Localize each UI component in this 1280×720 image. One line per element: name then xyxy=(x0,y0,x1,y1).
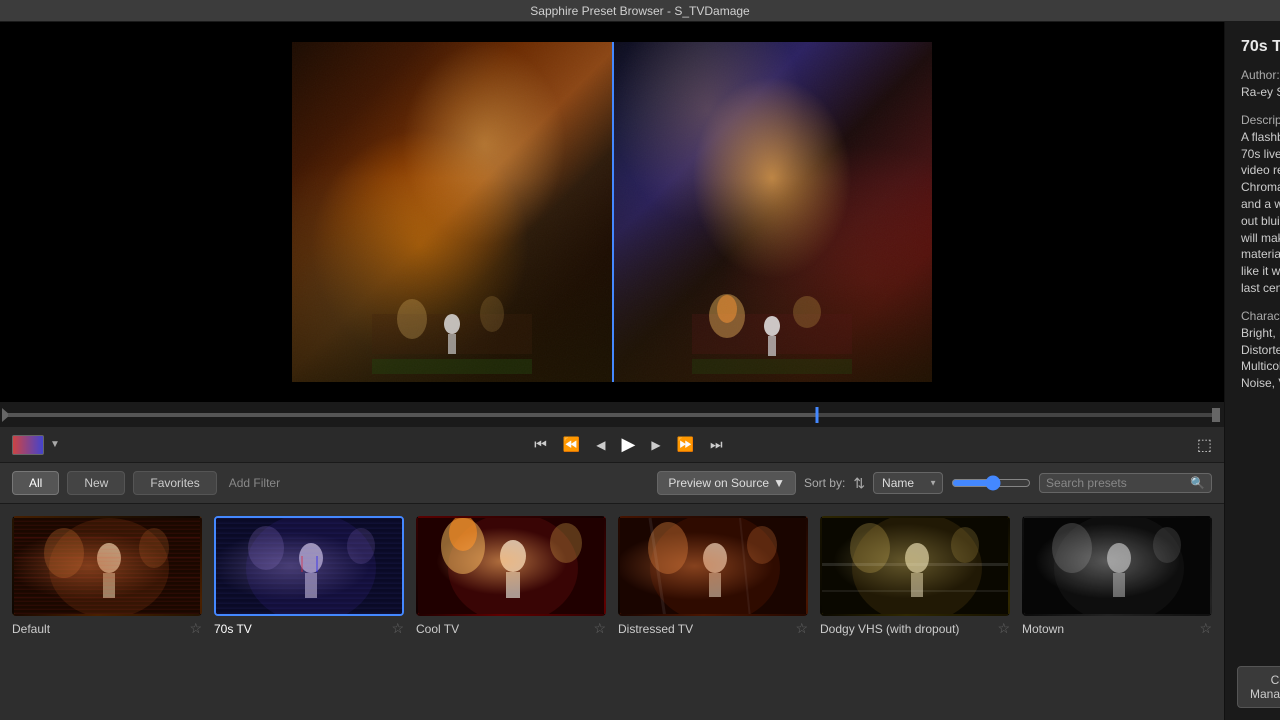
preview-source-arrow: ▼ xyxy=(773,476,785,490)
preset-label-row-70stv: 70s TV ☆ xyxy=(214,616,404,641)
author-section: Author: Ra-ey Saleh xyxy=(1241,68,1280,101)
tab-new[interactable]: New xyxy=(67,471,125,495)
favorite-distressed-button[interactable]: ☆ xyxy=(795,620,808,637)
presets-right-controls: Preview on Source ▼ Sort by: ⇅ Name Date… xyxy=(657,471,1212,495)
preset-item-cooltv[interactable]: Cool TV ☆ xyxy=(416,516,606,641)
preset-thumb-svg-motown xyxy=(1024,518,1212,616)
preset-thumb-default xyxy=(12,516,202,616)
export-button[interactable]: ⬚ xyxy=(1197,435,1212,455)
window-title: Sapphire Preset Browser - S_TVDamage xyxy=(530,4,749,18)
preset-info: 70s TV Author: Ra-ey Saleh Description: … xyxy=(1225,22,1280,654)
timeline-track[interactable] xyxy=(8,413,1216,417)
stadium-svg-left xyxy=(372,294,532,374)
characteristics-section: Characteristics: Bright, Damage, Distort… xyxy=(1241,309,1280,392)
video-right xyxy=(612,42,932,382)
skip-to-start-button[interactable]: ⏮ xyxy=(530,434,551,455)
split-line xyxy=(612,42,614,382)
tab-all[interactable]: All xyxy=(12,471,59,495)
main-layout: ▼ ⏮ ⏪ ◀ ▶ ▶ ⏩ ⏭ ⬚ All xyxy=(0,22,1280,720)
preset-item-distressed[interactable]: Distressed TV ☆ xyxy=(618,516,808,641)
transport-controls: ⏮ ⏪ ◀ ▶ ▶ ⏩ ⏭ xyxy=(530,432,726,457)
author-label: Author: xyxy=(1241,68,1280,82)
favorite-motown-button[interactable]: ☆ xyxy=(1199,620,1212,637)
frame-fwd-button[interactable]: ▶ xyxy=(647,436,664,454)
preset-label-row-cooltv: Cool TV ☆ xyxy=(416,616,606,641)
preset-thumb-svg-distressed xyxy=(620,518,808,616)
preset-item-dodgy[interactable]: Dodgy VHS (with dropout) ☆ xyxy=(820,516,1010,641)
controls-left: ▼ xyxy=(12,435,60,455)
preset-label-row-default: Default ☆ xyxy=(12,616,202,641)
preset-label-row-motown: Motown ☆ xyxy=(1022,616,1212,641)
frame-back-button[interactable]: ◀ xyxy=(592,436,609,454)
color-swatch[interactable] xyxy=(12,435,44,455)
preset-name-dodgy: Dodgy VHS (with dropout) xyxy=(820,622,959,636)
video-split xyxy=(292,42,932,382)
description-value: A flashback to 70s live studio video rec… xyxy=(1241,129,1280,297)
preset-label-row-dodgy: Dodgy VHS (with dropout) ☆ xyxy=(820,616,1010,641)
timeline-fill xyxy=(8,413,817,417)
characteristics-value: Bright, Damage, Distorted, Multicolored,… xyxy=(1241,325,1280,392)
author-value: Ra-ey Saleh xyxy=(1241,84,1280,101)
tab-favorites[interactable]: Favorites xyxy=(133,471,216,495)
preset-name-cooltv: Cool TV xyxy=(416,622,459,636)
preset-name-default: Default xyxy=(12,622,50,636)
preset-thumb-svg-70stv xyxy=(216,518,404,616)
step-back-button[interactable]: ⏪ xyxy=(559,434,584,455)
favorite-default-button[interactable]: ☆ xyxy=(189,620,202,637)
preset-name-distressed: Distressed TV xyxy=(618,622,693,636)
presets-grid: Default ☆ xyxy=(0,504,1224,653)
preset-name-70stv: 70s TV xyxy=(214,622,252,636)
grid-size-slider[interactable] xyxy=(951,475,1031,491)
favorite-70stv-button[interactable]: ☆ xyxy=(391,620,404,637)
preset-thumb-dodgy xyxy=(820,516,1010,616)
preset-title: 70s TV xyxy=(1241,38,1280,56)
preset-thumb-70stv xyxy=(214,516,404,616)
video-preview xyxy=(0,22,1224,402)
info-panel: 70s TV Author: Ra-ey Saleh Description: … xyxy=(1224,22,1280,720)
preset-thumb-svg-dodgy xyxy=(822,518,1010,616)
characteristics-label: Characteristics: xyxy=(1241,309,1280,323)
play-button[interactable]: ▶ xyxy=(617,432,639,457)
sort-icon-button[interactable]: ⇅ xyxy=(853,475,865,492)
preset-label-row-distressed: Distressed TV ☆ xyxy=(618,616,808,641)
description-label: Description: xyxy=(1241,113,1280,127)
preset-thumb-distressed xyxy=(618,516,808,616)
controls-right: ⬚ xyxy=(1197,435,1212,455)
content-area: ▼ ⏮ ⏪ ◀ ▶ ▶ ⏩ ⏭ ⬚ All xyxy=(0,22,1224,720)
sort-dropdown[interactable]: Name Date Author xyxy=(873,472,943,494)
presets-toolbar: All New Favorites Add Filter Preview on … xyxy=(0,463,1224,504)
skip-to-end-button[interactable]: ⏭ xyxy=(706,434,727,455)
presets-panel: All New Favorites Add Filter Preview on … xyxy=(0,462,1224,720)
search-icon: 🔍 xyxy=(1190,476,1205,490)
title-bar: Sapphire Preset Browser - S_TVDamage xyxy=(0,0,1280,22)
preset-thumb-svg-default xyxy=(14,518,202,616)
search-input[interactable] xyxy=(1046,476,1186,490)
sort-by-label: Sort by: xyxy=(804,476,845,490)
preset-item-default[interactable]: Default ☆ xyxy=(12,516,202,641)
video-left xyxy=(292,42,612,382)
preset-item-motown[interactable]: Motown ☆ xyxy=(1022,516,1212,641)
preset-thumb-svg-cooltv xyxy=(418,518,606,616)
favorite-cooltv-button[interactable]: ☆ xyxy=(593,620,606,637)
color-management-button[interactable]: Color Management xyxy=(1237,666,1280,708)
timeline[interactable] xyxy=(0,403,1224,427)
preset-item-70stv[interactable]: 70s TV ☆ xyxy=(214,516,404,641)
preview-source-button[interactable]: Preview on Source ▼ xyxy=(657,471,796,495)
preset-name-motown: Motown xyxy=(1022,622,1064,636)
preset-thumb-cooltv xyxy=(416,516,606,616)
description-section: Description: A flashback to 70s live stu… xyxy=(1241,113,1280,297)
stadium-svg-right xyxy=(692,294,852,374)
favorite-dodgy-button[interactable]: ☆ xyxy=(997,620,1010,637)
video-controls: ▼ ⏮ ⏪ ◀ ▶ ▶ ⏩ ⏭ ⬚ xyxy=(0,402,1224,462)
preview-source-label: Preview on Source xyxy=(668,476,769,490)
sort-wrapper: Name Date Author xyxy=(873,472,943,494)
color-dropdown-arrow[interactable]: ▼ xyxy=(50,439,60,450)
search-container: 🔍 xyxy=(1039,473,1212,493)
timeline-end-marker xyxy=(1212,408,1220,422)
add-filter-button[interactable]: Add Filter xyxy=(229,476,280,490)
step-fwd-button[interactable]: ⏩ xyxy=(673,434,698,455)
controls-row: ▼ ⏮ ⏪ ◀ ▶ ▶ ⏩ ⏭ ⬚ xyxy=(0,427,1224,462)
preset-thumb-motown xyxy=(1022,516,1212,616)
timeline-thumb[interactable] xyxy=(816,407,819,423)
